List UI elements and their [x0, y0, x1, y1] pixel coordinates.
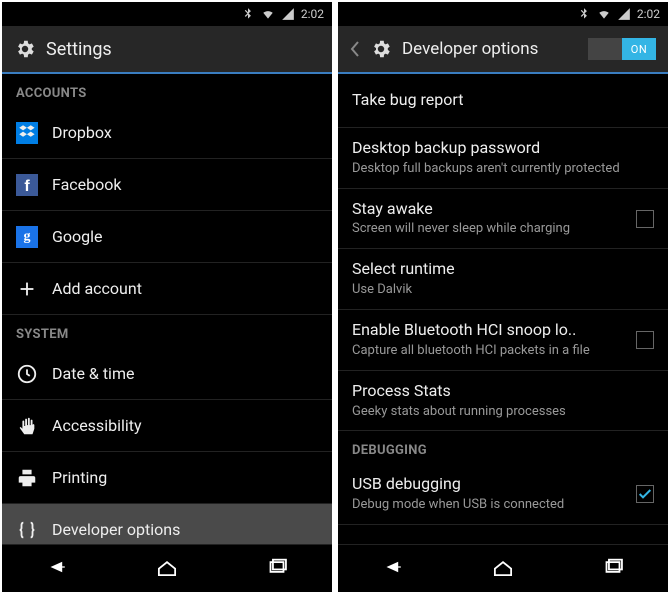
item-title: Stay awake: [352, 199, 626, 220]
page-title: Settings: [46, 39, 112, 60]
page-title: Developer options: [402, 39, 538, 59]
row-label: Accessibility: [52, 416, 142, 435]
braces-icon: [16, 519, 38, 541]
row-select-runtime[interactable]: Select runtime Use Dalvik: [338, 249, 668, 310]
row-dropbox[interactable]: Dropbox: [2, 107, 332, 159]
row-desktop-backup-password[interactable]: Desktop backup password Desktop full bac…: [338, 128, 668, 189]
nav-back-button[interactable]: [380, 554, 406, 584]
printer-icon: [16, 467, 38, 489]
row-label: Printing: [52, 468, 107, 487]
phone-developer-options: 2:02 Developer options ON Take bug repor…: [338, 2, 668, 592]
nav-recent-button[interactable]: [264, 554, 290, 584]
item-title: USB debugging: [352, 474, 626, 495]
bluetooth-icon: [577, 7, 591, 21]
google-icon: g: [16, 226, 38, 248]
row-datetime[interactable]: Date & time: [2, 348, 332, 400]
item-subtitle: Capture all bluetooth HCI packets in a f…: [352, 343, 626, 360]
item-title: Process Stats: [352, 381, 654, 402]
item-title: Desktop backup password: [352, 138, 654, 159]
header-settings: Settings: [2, 26, 332, 74]
row-label: Developer options: [52, 520, 180, 539]
item-subtitle: Desktop full backups aren't currently pr…: [352, 161, 654, 178]
nav-bar: [2, 544, 332, 592]
row-google[interactable]: g Google: [2, 211, 332, 263]
row-take-bug-report[interactable]: Take bug report: [338, 74, 668, 128]
item-subtitle: Use Dalvik: [352, 282, 654, 299]
wifi-icon: [597, 7, 611, 21]
facebook-icon: f: [16, 174, 38, 196]
gear-icon: [14, 38, 36, 60]
row-developer-options[interactable]: Developer options: [2, 504, 332, 544]
clock: 2:02: [301, 7, 324, 21]
item-subtitle: Debug mode when USB is connected: [352, 497, 626, 514]
row-label: Facebook: [52, 175, 121, 194]
row-bluetooth-hci-snoop[interactable]: Enable Bluetooth HCI snoop lo.. Capture …: [338, 310, 668, 371]
item-title: Select runtime: [352, 259, 654, 280]
status-bar: 2:02: [338, 2, 668, 26]
row-stay-awake[interactable]: Stay awake Screen will never sleep while…: [338, 189, 668, 250]
row-process-stats[interactable]: Process Stats Geeky stats about running …: [338, 371, 668, 432]
developer-options-list[interactable]: Take bug report Desktop backup password …: [338, 74, 668, 544]
plus-icon: [16, 278, 38, 300]
checkbox-usb-debugging[interactable]: [636, 485, 654, 503]
back-chevron-icon[interactable]: [350, 38, 360, 60]
row-facebook[interactable]: f Facebook: [2, 159, 332, 211]
item-subtitle: Geeky stats about running processes: [352, 404, 654, 421]
section-accounts: ACCOUNTS: [2, 74, 332, 107]
nav-bar: [338, 544, 668, 592]
checkbox-stay-awake[interactable]: [636, 210, 654, 228]
developer-options-toggle[interactable]: ON: [588, 38, 656, 60]
header-developer-options: Developer options ON: [338, 26, 668, 74]
row-label: Date & time: [52, 364, 134, 383]
row-accessibility[interactable]: Accessibility: [2, 400, 332, 452]
row-usb-debugging[interactable]: USB debugging Debug mode when USB is con…: [338, 464, 668, 525]
item-title: Take bug report: [352, 90, 654, 111]
row-label: Add account: [52, 279, 142, 298]
bluetooth-icon: [241, 7, 255, 21]
clock-icon: [16, 363, 38, 385]
settings-list[interactable]: ACCOUNTS Dropbox f Facebook g Google Add…: [2, 74, 332, 544]
row-label: Google: [52, 227, 103, 246]
item-title: Enable Bluetooth HCI snoop lo..: [352, 320, 626, 341]
wifi-icon: [261, 7, 275, 21]
row-label: Dropbox: [52, 123, 112, 142]
row-add-account[interactable]: Add account: [2, 263, 332, 315]
dropbox-icon: [16, 122, 38, 144]
item-subtitle: Screen will never sleep while charging: [352, 221, 626, 238]
row-printing[interactable]: Printing: [2, 452, 332, 504]
signal-icon: [281, 7, 295, 21]
nav-home-button[interactable]: [154, 554, 180, 584]
phone-settings: 2:02 Settings ACCOUNTS Dropbox f Faceboo…: [2, 2, 332, 592]
section-system: SYSTEM: [2, 315, 332, 348]
status-bar: 2:02: [2, 2, 332, 26]
nav-home-button[interactable]: [490, 554, 516, 584]
toggle-on-label: ON: [622, 38, 656, 60]
nav-back-button[interactable]: [44, 554, 70, 584]
clock: 2:02: [637, 7, 660, 21]
nav-recent-button[interactable]: [600, 554, 626, 584]
hand-icon: [16, 415, 38, 437]
gear-icon: [370, 38, 392, 60]
checkbox-bt-snoop[interactable]: [636, 331, 654, 349]
signal-icon: [617, 7, 631, 21]
section-debugging: DEBUGGING: [338, 431, 668, 464]
